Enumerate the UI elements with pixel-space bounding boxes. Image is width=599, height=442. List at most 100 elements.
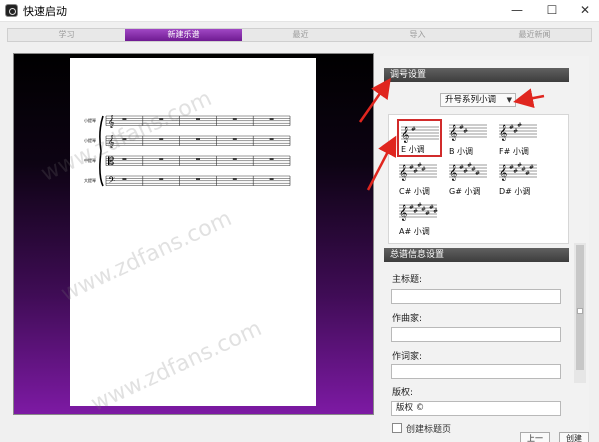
create-button[interactable]: 创建: [559, 432, 589, 442]
svg-text:𝄞: 𝄞: [399, 165, 407, 181]
staff-bracket: [99, 115, 104, 187]
settings-panel: 调号设置 升号系列小调 ▼ 𝄞 # E 小调 𝄞 # # B 小调 𝄞 # # # F# 小调 𝄞 # # #…: [380, 56, 589, 442]
key-signature-header: 调号设置: [384, 68, 569, 82]
whole-rest: [269, 138, 274, 140]
whole-rest: [232, 178, 237, 180]
key-signature-label: G# 小调: [449, 187, 481, 196]
whole-rest: [232, 138, 237, 140]
whole-rest: [269, 178, 274, 180]
lyricist-label: 作词家:: [392, 352, 423, 362]
key-signature-option[interactable]: 𝄞 # # # # # # D# 小调: [497, 159, 542, 197]
key-signature-label: F# 小调: [499, 147, 529, 156]
svg-text:#: #: [513, 128, 518, 135]
tab-import[interactable]: 导入: [359, 29, 476, 41]
close-button[interactable]: ✕: [568, 0, 599, 22]
svg-text:𝄞: 𝄞: [399, 205, 407, 221]
dropdown-arrow-icon: ▼: [506, 96, 512, 104]
back-button[interactable]: 上一: [520, 432, 550, 442]
instrument-label: 小提琴: [84, 117, 96, 123]
copyright-label: 版权:: [392, 388, 414, 398]
svg-text:#: #: [433, 208, 438, 215]
svg-text:𝄞: 𝄞: [499, 125, 507, 141]
whole-rest: [159, 138, 164, 140]
window-titlebar: 快速启动 — ☐ ✕: [0, 0, 599, 22]
whole-rest: [122, 178, 127, 180]
svg-text:#: #: [425, 210, 430, 217]
score-info-header: 总谱信息设置: [384, 248, 569, 262]
instrument-label: 中提琴: [84, 157, 96, 163]
score-staves: 𝄞 小提琴 𝄞 小提琴 𝄡 中提琴 𝄢 大提琴: [84, 115, 291, 188]
key-signature-option[interactable]: 𝄞 # # # # C# 小调: [397, 159, 442, 197]
svg-text:𝄞: 𝄞: [449, 165, 457, 181]
whole-rest: [196, 138, 200, 140]
whole-rest: [196, 118, 200, 120]
tab-recent[interactable]: 最近: [242, 29, 359, 41]
key-signature-label: E 小调: [401, 145, 425, 154]
tab-latest-news[interactable]: 最近新闻: [476, 29, 593, 41]
whole-rest: [232, 118, 237, 120]
maximize-button[interactable]: ☐: [535, 0, 569, 22]
instrument-label: 小提琴: [84, 137, 96, 143]
whole-rest: [269, 158, 274, 160]
create-title-page-checkbox[interactable]: [392, 423, 402, 433]
whole-rest: [159, 158, 164, 160]
key-signature-staff-icon: 𝄞 #: [401, 126, 439, 143]
instrument-label: 大提琴: [84, 177, 96, 183]
scale-series-select[interactable]: 升号系列小调 ▼: [440, 93, 516, 107]
main-title-field[interactable]: [391, 289, 561, 304]
lyricist-field[interactable]: [391, 364, 561, 379]
svg-text:𝄞: 𝄞: [499, 165, 507, 181]
treble-clef-icon: 𝄞: [108, 135, 115, 148]
tab-learn[interactable]: 学习: [8, 29, 125, 41]
app-logo-icon: [5, 4, 18, 17]
composer-field[interactable]: [391, 327, 561, 342]
svg-text:𝄞: 𝄞: [401, 127, 409, 143]
key-signature-option[interactable]: 𝄞 # # B 小调: [447, 119, 492, 157]
svg-text:#: #: [463, 128, 468, 135]
tab-new-score[interactable]: 新建乐谱: [125, 29, 242, 41]
score-preview-area: 𝄞 小提琴 𝄞 小提琴 𝄡 中提琴 𝄢 大提琴 www.zdfans.com www.zdfa…: [13, 53, 374, 415]
svg-text:#: #: [525, 170, 530, 177]
whole-rest: [159, 178, 164, 180]
key-signature-option[interactable]: 𝄞 # # # # # G# 小调: [447, 159, 492, 197]
whole-rest: [232, 158, 237, 160]
key-signature-label: A# 小调: [399, 227, 430, 236]
svg-text:𝄞: 𝄞: [449, 125, 457, 141]
svg-text:#: #: [513, 168, 518, 175]
svg-text:#: #: [517, 122, 522, 129]
key-signature-grid: 𝄞 # E 小调 𝄞 # # B 小调 𝄞 # # # F# 小调 𝄞 # # # # C# 小调 𝄞 # # # # # G#…: [388, 114, 569, 244]
svg-text:#: #: [411, 126, 416, 133]
key-signature-label: D# 小调: [499, 187, 531, 196]
whole-rest: [122, 158, 127, 160]
key-signature-staff-icon: 𝄞 ######: [499, 162, 537, 181]
key-signature-option[interactable]: 𝄞 # E 小调: [397, 119, 442, 157]
treble-clef-icon: 𝄞: [108, 115, 115, 128]
svg-text:#: #: [463, 168, 468, 175]
copyright-field[interactable]: 版权 ©: [391, 401, 561, 416]
whole-rest: [122, 138, 127, 140]
minimize-button[interactable]: —: [500, 0, 534, 22]
scroll-grip-icon: [577, 308, 583, 314]
svg-text:#: #: [413, 168, 418, 175]
scale-series-value: 升号系列小调: [445, 95, 497, 105]
key-signature-option[interactable]: 𝄞 # # # # # # # A# 小调: [397, 199, 442, 237]
tab-bar: 学习 新建乐谱 最近 导入 最近新闻: [7, 28, 592, 42]
whole-rest: [159, 118, 164, 120]
whole-rest: [196, 158, 200, 160]
key-signature-label: C# 小调: [399, 187, 430, 196]
key-signature-staff-icon: 𝄞 #####: [449, 162, 487, 181]
key-signature-label: B 小调: [449, 147, 474, 156]
whole-rest: [269, 118, 274, 120]
whole-rest: [122, 118, 127, 120]
window-title: 快速启动: [23, 5, 67, 18]
bass-clef-icon: 𝄢: [108, 175, 115, 188]
key-signature-option[interactable]: 𝄞 # # # F# 小调: [497, 119, 542, 157]
score-page: 𝄞 小提琴 𝄞 小提琴 𝄡 中提琴 𝄢 大提琴: [70, 58, 316, 406]
svg-text:#: #: [529, 164, 534, 171]
key-signature-staff-icon: 𝄞 ###: [499, 122, 537, 141]
whole-rest: [196, 178, 200, 180]
svg-text:#: #: [475, 170, 480, 177]
composer-label: 作曲家:: [392, 314, 423, 324]
key-signature-staff-icon: 𝄞 ####: [399, 162, 437, 181]
svg-text:#: #: [413, 208, 418, 215]
